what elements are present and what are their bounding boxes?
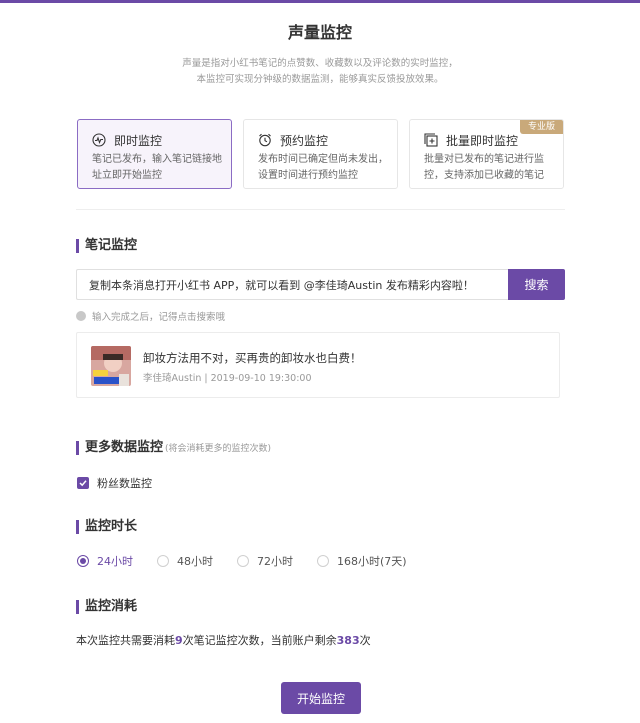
mode-title: 批量即时监控 (446, 133, 519, 148)
mode-card-scheduled[interactable]: 预约监控 发布时间已确定但尚未发出， 设置时间进行预约监控 (243, 119, 398, 189)
mode-title: 即时监控 (114, 133, 163, 148)
radio-button[interactable] (317, 555, 329, 567)
search-button[interactable]: 搜索 (508, 269, 565, 300)
duration-option-48h[interactable]: 48小时 (157, 553, 213, 569)
fans-monitor-option[interactable]: 粉丝数监控 (77, 475, 152, 491)
note-link-input[interactable] (76, 269, 508, 300)
checkmark-icon (79, 480, 87, 487)
remaining-count: 383 (336, 634, 360, 647)
section-title-duration: 监控时长 (76, 519, 137, 535)
pulse-icon (92, 133, 106, 147)
section-title-note-monitor: 笔记监控 (76, 238, 137, 254)
note-cover-thumbnail (91, 346, 131, 386)
mode-title: 预约监控 (280, 133, 329, 148)
section-note: (将会消耗更多的监控次数) (165, 444, 272, 454)
mode-desc-line1: 笔记已发布，输入笔记链接地 (92, 154, 222, 165)
top-accent-bar (0, 0, 640, 3)
radio-button[interactable] (157, 555, 169, 567)
mode-desc-line2: 址立即开始监控 (92, 170, 162, 181)
duration-option-72h[interactable]: 72小时 (237, 553, 293, 569)
radio-button[interactable] (77, 555, 89, 567)
duration-option-24h[interactable]: 24小时 (77, 553, 133, 569)
search-hint: 输入完成之后，记得点击搜索哦 (76, 309, 225, 323)
page-description-line1: 声量是指对小红书笔记的点赞数、收藏数以及评论数的实时监控， (182, 58, 458, 69)
page-description-line2: 本监控可实现分钟级的数据监测，能够真实反馈投放效果。 (196, 74, 444, 85)
batch-add-icon (424, 133, 438, 147)
cost-summary: 本次监控共需要消耗9次笔记监控次数，当前账户剩余383次 (76, 634, 371, 647)
mode-desc-line1: 批量对已发布的笔记进行监 (424, 154, 544, 165)
section-title-cost: 监控消耗 (76, 599, 137, 615)
note-result-card[interactable]: 卸妆方法用不对，买再贵的卸妆水也白费！ 李佳琦Austin | 2019-09-… (76, 332, 560, 398)
alarm-clock-icon (258, 133, 272, 147)
mode-desc-line2: 控，支持添加已收藏的笔记 (424, 170, 544, 181)
info-icon (76, 311, 86, 321)
pro-badge: 专业版 (520, 120, 563, 134)
start-monitor-button[interactable]: 开始监控 (281, 682, 361, 714)
mode-card-batch[interactable]: 专业版 批量即时监控 批量对已发布的笔记进行监 控，支持添加已收藏的笔记 (409, 119, 564, 189)
mode-desc-line2: 设置时间进行预约监控 (258, 170, 358, 181)
duration-option-168h[interactable]: 168小时(7天) (317, 553, 407, 569)
required-count: 9 (175, 634, 183, 647)
section-divider (76, 209, 565, 210)
fans-monitor-checkbox[interactable] (77, 477, 89, 489)
fans-monitor-label: 粉丝数监控 (97, 477, 152, 490)
note-meta: 李佳琦Austin | 2019-09-10 19:30:00 (143, 373, 312, 384)
page-title: 声量监控 (287, 23, 352, 42)
mode-card-instant[interactable]: 即时监控 笔记已发布，输入笔记链接地 址立即开始监控 (77, 119, 232, 189)
radio-button[interactable] (237, 555, 249, 567)
mode-desc-line1: 发布时间已确定但尚未发出， (258, 154, 388, 165)
note-title: 卸妆方法用不对，买再贵的卸妆水也白费！ (143, 351, 362, 365)
section-title-more-data: 更多数据监控 (将会消耗更多的监控次数) (76, 440, 271, 456)
